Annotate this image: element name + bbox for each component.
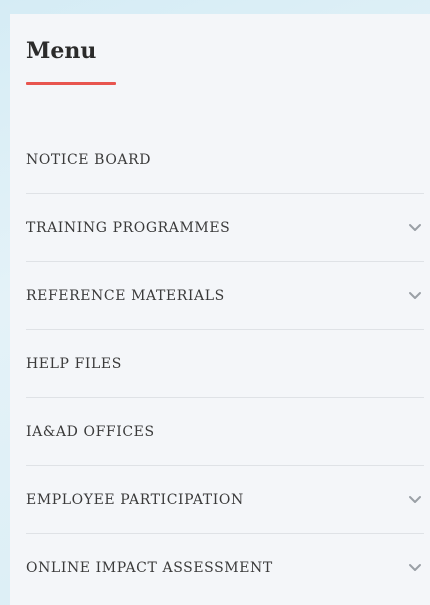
menu-title: Menu xyxy=(26,38,97,64)
chevron-down-icon[interactable] xyxy=(408,223,422,233)
menu-item-label: ONLINE IMPACT ASSESSMENT xyxy=(26,559,273,576)
menu-item-label: NOTICE BOARD xyxy=(26,151,152,168)
menu-item-reference-materials[interactable]: REFERENCE MATERIALS xyxy=(26,262,424,330)
menu-item-employee-participation[interactable]: EMPLOYEE PARTICIPATION xyxy=(26,466,424,534)
menu-item-label: EMPLOYEE PARTICIPATION xyxy=(26,491,244,508)
chevron-down-icon[interactable] xyxy=(408,563,422,573)
chevron-down-icon[interactable] xyxy=(408,495,422,505)
chevron-down-icon[interactable] xyxy=(408,291,422,301)
menu-item-label: HELP FILES xyxy=(26,355,122,372)
menu-list: NOTICE BOARD TRAINING PROGRAMMES REFEREN… xyxy=(26,126,424,601)
menu-item-label: REFERENCE MATERIALS xyxy=(26,287,225,304)
menu-item-help-files[interactable]: HELP FILES xyxy=(26,330,424,398)
menu-item-label: IA&AD OFFICES xyxy=(26,423,155,440)
menu-item-training-programmes[interactable]: TRAINING PROGRAMMES xyxy=(26,194,424,262)
title-underline xyxy=(26,82,116,85)
menu-item-online-impact-assessment[interactable]: ONLINE IMPACT ASSESSMENT xyxy=(26,534,424,601)
menu-item-iaad-offices[interactable]: IA&AD OFFICES xyxy=(26,398,424,466)
menu-item-notice-board[interactable]: NOTICE BOARD xyxy=(26,126,424,194)
menu-item-label: TRAINING PROGRAMMES xyxy=(26,219,231,236)
menu-panel: Menu NOTICE BOARD TRAINING PROGRAMMES RE… xyxy=(10,14,430,605)
